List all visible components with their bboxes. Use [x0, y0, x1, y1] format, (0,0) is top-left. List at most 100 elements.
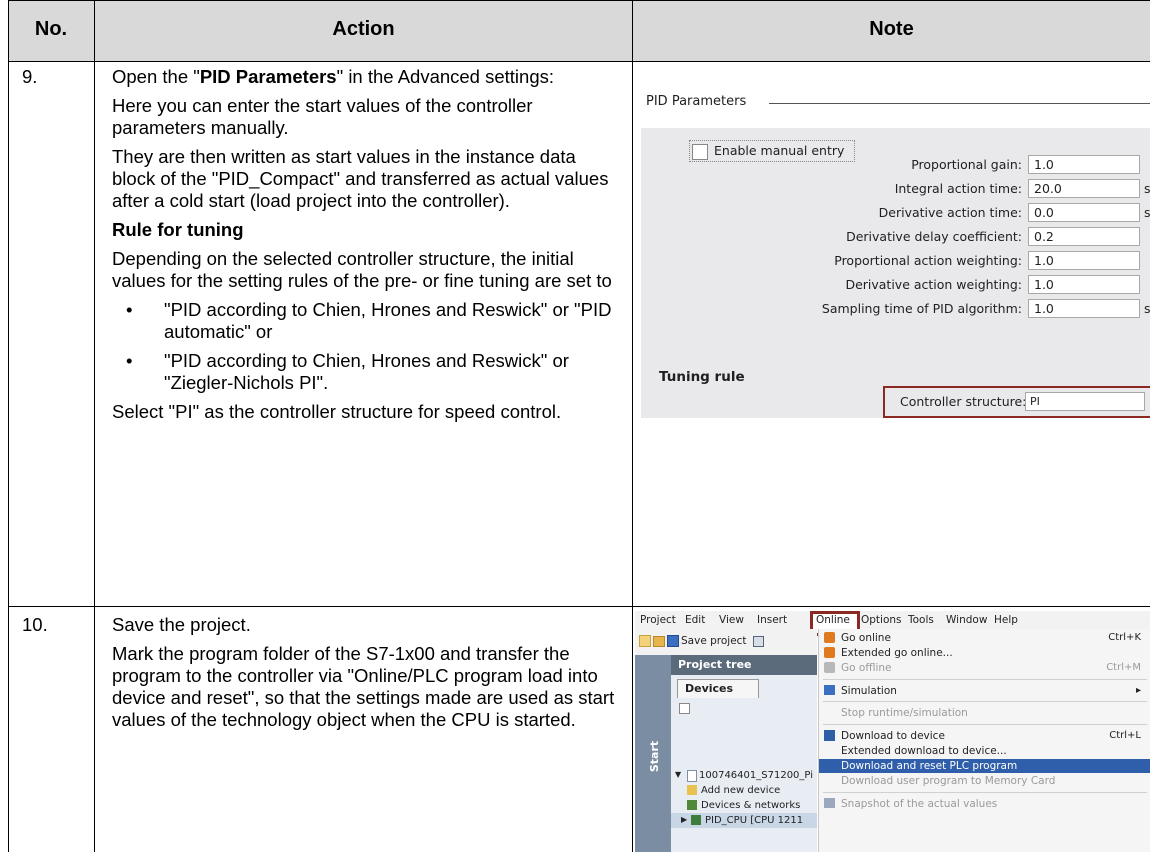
- network-icon: [687, 800, 697, 810]
- header-bottom-border: [8, 61, 1150, 62]
- add-device-icon: [687, 785, 697, 795]
- menu-online[interactable]: Online: [816, 614, 850, 626]
- menu-item-simulation[interactable]: Simulation ▸: [819, 684, 1150, 698]
- rule-for-tuning-heading: Rule for tuning: [112, 219, 244, 240]
- project-icon: [687, 770, 697, 782]
- param-unit: s: [1144, 181, 1150, 196]
- table-border-top: [8, 0, 1150, 1]
- submenu-arrow-icon: ▸: [1135, 685, 1141, 696]
- tree-project[interactable]: 100746401_S71200_Pi: [699, 770, 813, 781]
- start-sidebar[interactable]: Start: [635, 655, 671, 852]
- row-9-paragraph-5: Select "PI" as the controller structure …: [112, 401, 562, 422]
- save-icon[interactable]: [667, 635, 679, 647]
- online-dropdown-menu: Go online Ctrl+K Extended go online... Go…: [818, 629, 1150, 852]
- row-10-action: Save the project. Mark the program folde…: [112, 614, 624, 738]
- param-unit: s: [1144, 301, 1150, 316]
- controller-structure-select[interactable]: PI: [1025, 392, 1145, 411]
- param-label: Derivative action time:: [878, 205, 1022, 220]
- menu-options[interactable]: Options: [861, 614, 902, 626]
- param-input[interactable]: 1.0: [1028, 251, 1140, 270]
- row-9-intro: Open the "PID Parameters" in the Advance…: [112, 66, 555, 87]
- tree-add-device[interactable]: Add new device: [701, 785, 780, 796]
- open-project-icon[interactable]: [653, 636, 665, 647]
- menu-help[interactable]: Help: [994, 614, 1018, 626]
- header-note: Note: [869, 18, 914, 40]
- tree-devices-networks[interactable]: Devices & networks: [701, 800, 800, 811]
- menu-separator: [823, 701, 1147, 702]
- param-input[interactable]: 0.2: [1028, 227, 1140, 246]
- start-label: Start: [648, 740, 662, 773]
- row-9-action: Open the "PID Parameters" in the Advance…: [112, 66, 624, 430]
- row-10-paragraph-1: Save the project.: [112, 614, 251, 635]
- bullet-icon: •: [126, 350, 133, 371]
- simulation-icon: [824, 685, 835, 695]
- tuning-rule-heading: Tuning rule: [659, 369, 745, 385]
- menu-item-extended-download[interactable]: Extended download to device...: [819, 744, 1150, 758]
- save-project-button[interactable]: Save project: [681, 635, 747, 647]
- param-input[interactable]: 1.0: [1028, 275, 1140, 294]
- menu-window[interactable]: Window: [946, 614, 987, 626]
- row-9-paragraph-3: They are then written as start values in…: [112, 146, 609, 211]
- go-offline-icon: [824, 662, 835, 673]
- param-row: Integral action time: 20.0 s: [641, 179, 1150, 199]
- menu-view[interactable]: View: [719, 614, 744, 626]
- param-row: Derivative action time: 0.0 s: [641, 203, 1150, 223]
- plc-icon: [691, 815, 701, 825]
- menu-item-download-memory-card[interactable]: Download user program to Memory Card: [819, 774, 1150, 788]
- row-9-paragraph-2: Here you can enter the start values of t…: [112, 95, 533, 138]
- bullet-item: • "PID according to Chien, Hrones and Res…: [126, 299, 612, 342]
- menu-item-stop-runtime[interactable]: Stop runtime/simulation: [819, 706, 1150, 720]
- menu-project[interactable]: Project: [640, 614, 676, 626]
- row-10-number: 10.: [22, 614, 48, 635]
- param-input[interactable]: 0.0: [1028, 203, 1140, 222]
- row-10-paragraph-2: Mark the program folder of the S7-1x00 a…: [112, 643, 615, 730]
- menu-separator: [823, 679, 1147, 680]
- project-tree-header: Project tree: [671, 655, 817, 675]
- bullet-icon: •: [126, 299, 133, 320]
- menu-item-snapshot[interactable]: Snapshot of the actual values: [819, 797, 1150, 811]
- param-input[interactable]: 1.0: [1028, 299, 1140, 318]
- menu-item-download-to-device[interactable]: Download to device Ctrl+L: [819, 729, 1150, 743]
- tree-plc[interactable]: PID_CPU [CPU 1211: [705, 815, 803, 826]
- menu-tools[interactable]: Tools: [908, 614, 934, 626]
- menu-separator: [823, 792, 1147, 793]
- param-row: Proportional gain: 1.0: [641, 155, 1150, 175]
- menu-separator: [823, 724, 1147, 725]
- download-icon: [824, 730, 835, 741]
- pid-parameters-screenshot: PID Parameters Enable manual entry Propo…: [641, 88, 1150, 418]
- extended-go-online-icon: [824, 647, 835, 658]
- menu-edit[interactable]: Edit: [685, 614, 705, 626]
- table-border-col1: [94, 0, 95, 852]
- project-tree-panel: Project tree Devices ▼ 100746401_S71200_…: [671, 655, 817, 852]
- row-9-paragraph-4: Depending on the selected controller str…: [112, 248, 612, 291]
- bullet-item: • "PID according to Chien, Hrones and Res…: [126, 350, 569, 393]
- tree-expand-icon[interactable]: ▶: [681, 815, 687, 824]
- menu-item-go-online[interactable]: Go online Ctrl+K: [819, 631, 1150, 645]
- devices-tab[interactable]: Devices: [677, 679, 759, 698]
- new-project-icon[interactable]: [639, 635, 651, 647]
- param-unit: s: [1144, 205, 1150, 220]
- table-border-col2: [632, 0, 633, 852]
- tree-view-icon[interactable]: [679, 703, 690, 714]
- param-input[interactable]: 20.0: [1028, 179, 1140, 198]
- row-9-number: 9.: [22, 66, 38, 87]
- param-input[interactable]: 1.0: [1028, 155, 1140, 174]
- menu-item-go-offline[interactable]: Go offline Ctrl+M: [819, 661, 1150, 675]
- row-divider: [8, 606, 1150, 607]
- controller-structure-highlight: Controller structure: PI ▾: [883, 386, 1150, 418]
- menu-insert[interactable]: Insert: [757, 614, 787, 626]
- param-label: Integral action time:: [894, 181, 1022, 196]
- menu-item-extended-go-online[interactable]: Extended go online...: [819, 646, 1150, 660]
- menu-item-download-reset-plc[interactable]: Download and reset PLC program: [819, 759, 1150, 773]
- controller-structure-label: Controller structure:: [900, 394, 1027, 409]
- param-label: Proportional action weighting:: [834, 253, 1022, 268]
- param-label: Sampling time of PID algorithm:: [821, 301, 1022, 316]
- tree-expand-icon[interactable]: ▼: [675, 770, 681, 779]
- header-action: Action: [332, 18, 395, 40]
- section-rule: [769, 103, 1150, 104]
- param-label: Derivative action weighting:: [845, 277, 1022, 292]
- tuning-bullet-list: • "PID according to Chien, Hrones and Res…: [112, 299, 624, 394]
- print-icon[interactable]: [753, 636, 764, 647]
- header-no: No.: [34, 18, 68, 40]
- pid-parameters-title: PID Parameters: [646, 94, 747, 109]
